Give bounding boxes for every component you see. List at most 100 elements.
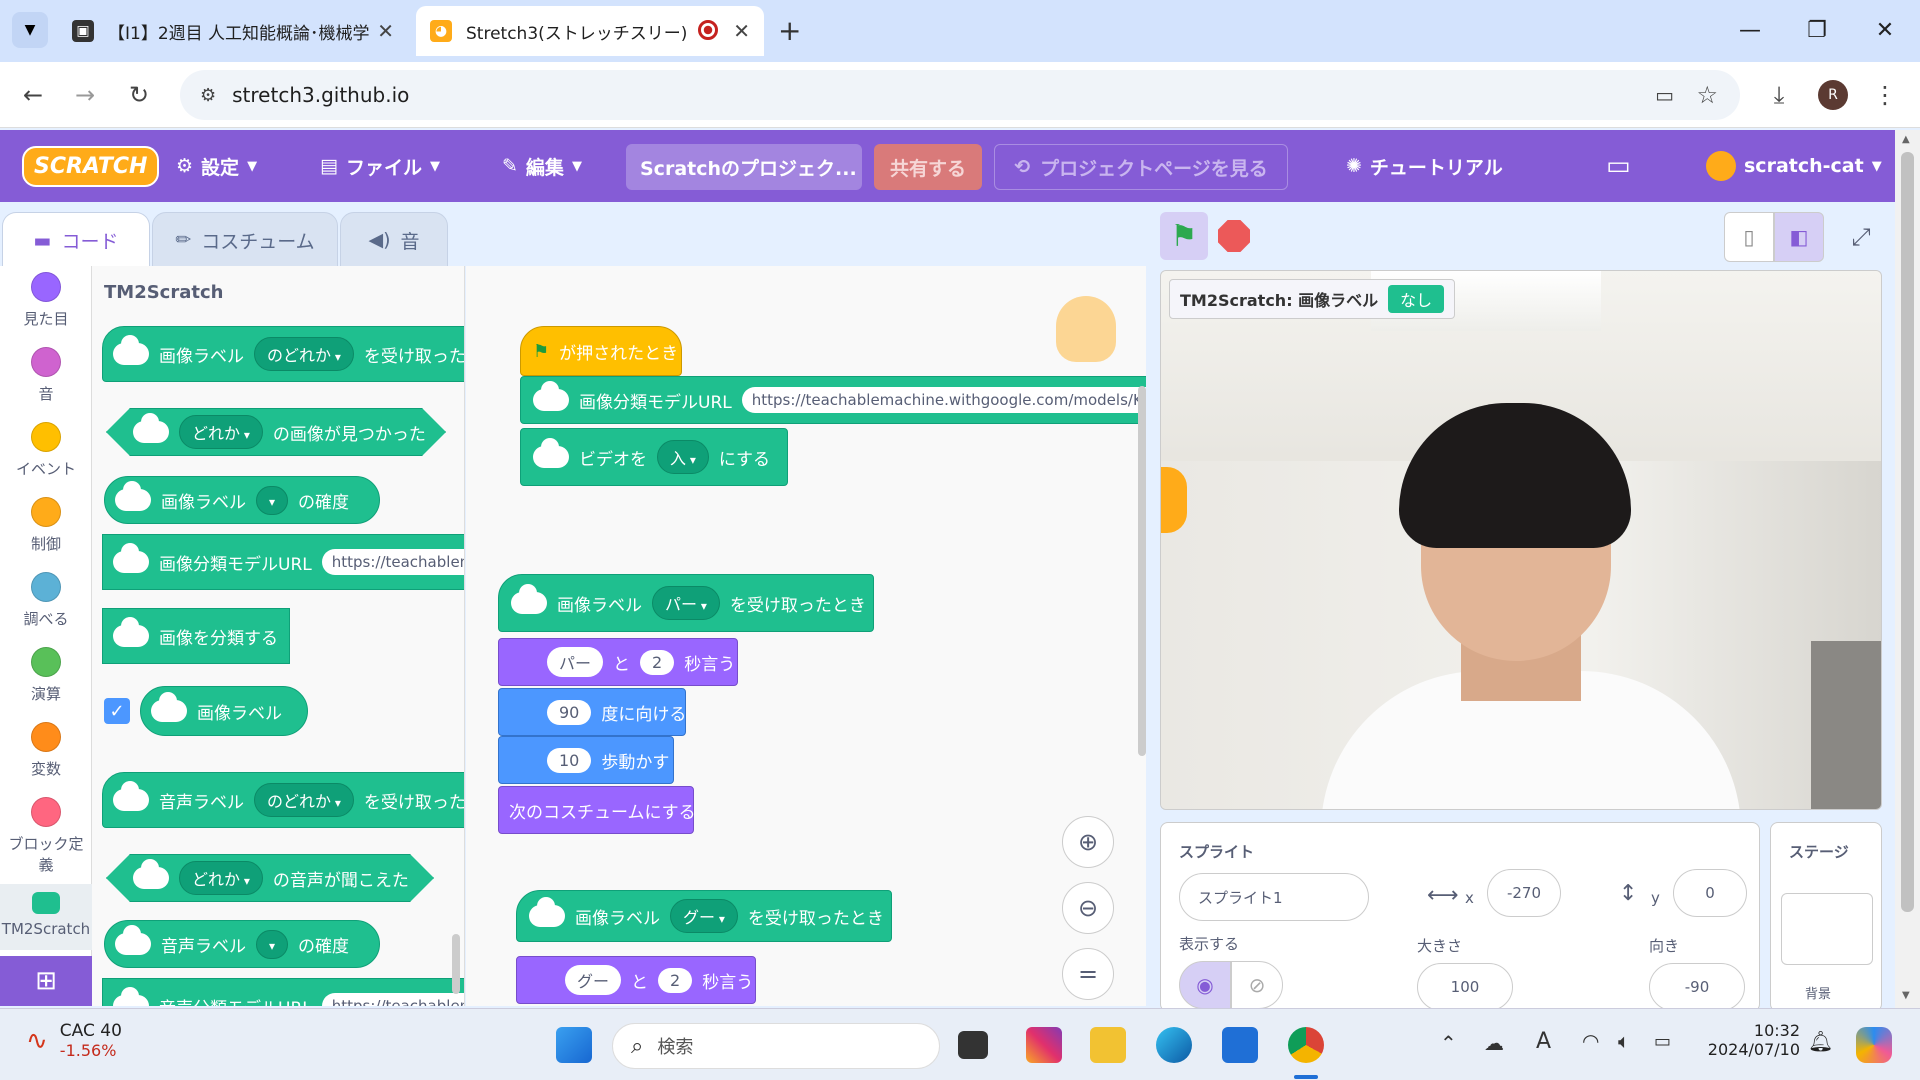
- when-image-label-gu-block[interactable]: 画像ラベル グー を受け取ったとき: [516, 890, 892, 942]
- say-for-secs-block[interactable]: グー と 2 秒言う: [516, 956, 756, 1004]
- scroll-up-icon[interactable]: ▲: [1902, 134, 1910, 145]
- taskbar-search[interactable]: ⌕ 検索: [612, 1023, 940, 1069]
- tab-code[interactable]: ▬ コード: [2, 212, 150, 268]
- close-window-button[interactable]: ✕: [1862, 10, 1908, 50]
- scroll-down-icon[interactable]: ▼: [1902, 990, 1910, 1001]
- see-project-page-button[interactable]: ⟲ プロジェクトページを見る: [994, 144, 1288, 190]
- set-image-model-url-block[interactable]: 画像分類モデルURL https://teachablemachine.with…: [520, 376, 1146, 424]
- zoom-in-button[interactable]: ⊕: [1062, 816, 1114, 868]
- zoom-reset-button[interactable]: =: [1062, 948, 1114, 1000]
- direction-input[interactable]: -90: [1649, 963, 1745, 1011]
- close-icon[interactable]: ✕: [377, 19, 394, 43]
- copilot-icon[interactable]: [1856, 1027, 1892, 1063]
- profile-avatar[interactable]: R: [1818, 80, 1848, 110]
- when-flag-clicked-block[interactable]: ⚑ が押されたとき: [520, 326, 682, 376]
- edge-icon[interactable]: [1156, 1027, 1192, 1063]
- new-tab-button[interactable]: +: [778, 14, 801, 47]
- stage-canvas[interactable]: TM2Scratch: 画像ラベル なし: [1160, 270, 1882, 810]
- video-state-dropdown[interactable]: 入: [657, 440, 709, 474]
- large-stage-button[interactable]: ◧: [1774, 212, 1824, 262]
- minimize-button[interactable]: —: [1727, 10, 1773, 50]
- show-visible-button[interactable]: ◉: [1179, 961, 1231, 1009]
- address-bar[interactable]: ⚙ stretch3.github.io ▭ ☆: [180, 70, 1740, 120]
- say-for-secs-block[interactable]: パー と 2 秒言う: [498, 638, 738, 686]
- tab-search-button[interactable]: ▼: [12, 12, 48, 48]
- category-events[interactable]: イベント: [0, 422, 92, 479]
- camera-icon[interactable]: ▭: [1655, 83, 1674, 107]
- category-looks[interactable]: 見た目: [0, 272, 92, 329]
- green-flag-button[interactable]: ⚑: [1160, 212, 1208, 260]
- palette-block-when-image-label[interactable]: 画像ラベル のどれか を受け取ったとき: [102, 326, 464, 382]
- edit-menu[interactable]: ✎ 編集 ▼: [502, 130, 582, 202]
- notification-bell-icon[interactable]: 🔔︎: [1808, 1029, 1833, 1053]
- url-input[interactable]: https://teachablemachine.withgoogle.com: [321, 549, 464, 575]
- close-icon[interactable]: ✕: [733, 19, 750, 43]
- tab-sound[interactable]: ◀) 音: [340, 212, 448, 268]
- add-extension-button[interactable]: ⊞: [0, 956, 92, 1006]
- code-workspace[interactable]: ⚑ が押されたとき 画像分類モデルURL https://teachablema…: [466, 266, 1146, 1006]
- variable-monitor[interactable]: TM2Scratch: 画像ラベル なし: [1169, 279, 1456, 319]
- battery-icon[interactable]: ▭: [1654, 1031, 1671, 1052]
- volume-muted-icon[interactable]: 🔈︎: [1618, 1029, 1630, 1053]
- direction-input[interactable]: 90: [547, 699, 592, 725]
- palette-block-when-sound-label[interactable]: 音声ラベル のどれか を受け取ったとき: [102, 772, 464, 828]
- site-info-icon[interactable]: ⚙: [200, 85, 216, 106]
- category-my-blocks[interactable]: ブロック定義: [0, 797, 92, 875]
- label-dropdown[interactable]: どれか: [179, 861, 263, 895]
- palette-block-sound-confidence[interactable]: 音声ラベル の確度: [104, 920, 380, 968]
- forward-button[interactable]: →: [66, 76, 104, 114]
- download-icon[interactable]: ⤓: [1760, 76, 1798, 114]
- size-input[interactable]: 100: [1417, 963, 1513, 1011]
- tab-stretch3[interactable]: ◕ Stretch3(ストレッチスリー) ✕: [416, 6, 764, 56]
- file-explorer-icon[interactable]: [1090, 1027, 1126, 1063]
- page-scrollbar[interactable]: ▲ ▼: [1895, 130, 1920, 1008]
- steps-input[interactable]: 10: [547, 747, 592, 773]
- palette-block-image-label-reporter[interactable]: 画像ラベル: [140, 686, 308, 736]
- bookmark-star-icon[interactable]: ☆: [1696, 81, 1718, 109]
- next-costume-block[interactable]: 次のコスチュームにする: [498, 786, 696, 834]
- cloud-sync-icon[interactable]: ☁: [1484, 1031, 1504, 1055]
- say-secs-input[interactable]: 2: [658, 967, 693, 993]
- fullscreen-button[interactable]: ⤢: [1836, 212, 1886, 262]
- y-input[interactable]: 0: [1673, 869, 1747, 917]
- restore-button[interactable]: ❐: [1794, 10, 1840, 50]
- label-dropdown[interactable]: パー: [652, 586, 720, 620]
- label-dropdown[interactable]: どれか: [179, 415, 263, 449]
- x-input[interactable]: -270: [1487, 869, 1561, 917]
- image-label-monitor-checkbox[interactable]: ✓: [104, 698, 130, 724]
- ime-icon[interactable]: A: [1536, 1029, 1551, 1054]
- label-dropdown[interactable]: [256, 929, 289, 959]
- show-hidden-button[interactable]: ⊘: [1231, 961, 1283, 1009]
- instagram-icon[interactable]: [1026, 1027, 1062, 1063]
- wifi-icon[interactable]: ◠: [1582, 1029, 1599, 1053]
- category-sound[interactable]: 音: [0, 347, 92, 404]
- workspace-scrollbar[interactable]: [1138, 386, 1146, 756]
- settings-menu[interactable]: ⚙ 設定 ▼: [176, 130, 257, 202]
- scratch-logo[interactable]: SCRATCH: [22, 130, 160, 202]
- when-image-label-pa-block[interactable]: 画像ラベル パー を受け取ったとき: [498, 574, 874, 632]
- video-toggle-block[interactable]: ビデオを 入 にする: [520, 428, 788, 486]
- back-button[interactable]: ←: [14, 76, 52, 114]
- stop-button[interactable]: [1218, 220, 1250, 252]
- label-dropdown[interactable]: グー: [670, 899, 738, 933]
- category-operators[interactable]: 演算: [0, 647, 92, 704]
- clock[interactable]: 10:32 2024/07/10: [1700, 1021, 1800, 1059]
- say-text-input[interactable]: パー: [547, 647, 604, 677]
- menu-kebab-icon[interactable]: ⋮: [1866, 76, 1904, 114]
- small-stage-button[interactable]: ▯: [1724, 212, 1774, 262]
- share-button[interactable]: 共有する: [874, 144, 982, 190]
- label-dropdown[interactable]: のどれか: [254, 337, 354, 371]
- url-text[interactable]: stretch3.github.io: [232, 83, 409, 107]
- sprite-name-input[interactable]: スプライト1: [1179, 873, 1369, 921]
- category-control[interactable]: 制御: [0, 497, 92, 554]
- project-title-input[interactable]: Scratchのプロジェク...: [626, 144, 862, 190]
- palette-block-sound-heard[interactable]: どれか の音声が聞こえた: [106, 854, 434, 902]
- tab-costume[interactable]: ✏ コスチューム: [152, 212, 338, 268]
- file-menu[interactable]: ▤ ファイル ▼: [320, 130, 440, 202]
- label-dropdown[interactable]: [256, 485, 289, 515]
- palette-block-sound-model-url[interactable]: 音声分類モデルURL https://teachablemachine: [102, 978, 464, 1006]
- backdrop-thumbnail[interactable]: [1781, 893, 1873, 965]
- palette-block-classify-image[interactable]: 画像を分類する: [102, 608, 290, 664]
- reload-button[interactable]: ↻: [120, 76, 158, 114]
- account-menu[interactable]: scratch-cat ▼: [1706, 130, 1882, 202]
